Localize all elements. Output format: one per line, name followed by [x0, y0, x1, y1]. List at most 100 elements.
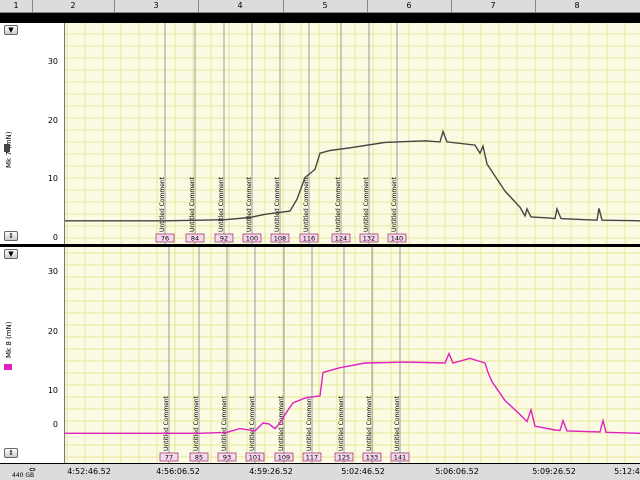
ruler-tick	[535, 0, 536, 13]
channel-2-chart: Untitled Comment 77 Untitled Comment 85 Unti…	[65, 247, 640, 463]
comment-id: 140	[391, 235, 403, 243]
ruler-tick	[283, 0, 284, 13]
comment-id: 77	[165, 454, 173, 462]
ruler-label: 7	[490, 1, 496, 10]
time-axis: 4:52:46.52 4:56:06.52 4:59:26.52 5:02:46…	[0, 463, 640, 480]
ruler-label: 8	[574, 1, 580, 10]
time-tick-label: 4:52:46.52	[67, 467, 111, 476]
ruler-tick	[32, 0, 33, 13]
channel-2-scale-button[interactable]: ⇕	[4, 448, 18, 458]
comment-text: Untitled Comment	[338, 395, 345, 451]
comment-text: Untitled Comment	[363, 176, 370, 232]
comment-text: Untitled Comment	[394, 395, 401, 451]
comment-marker[interactable]: Untitled Comment 117	[302, 247, 322, 463]
channel-1-chart: Untitled Comment76Untitled Comment84Unti…	[65, 23, 640, 244]
comment-marker[interactable]: Untitled Comment 132	[359, 23, 379, 244]
comment-text: Untitled Comment	[306, 395, 313, 451]
comment-marker[interactable]: Untitled Comment 92	[214, 23, 234, 244]
comment-marker[interactable]: Untitled Comment 116	[299, 23, 319, 244]
storage-label: 440 GB	[12, 472, 35, 479]
comment-id: 108	[274, 235, 286, 243]
y-tick-label: 30	[47, 57, 58, 66]
comment-id: 125	[338, 454, 350, 462]
ruler-label: 2	[70, 1, 76, 10]
up-down-arrows-icon: ⇕	[8, 449, 14, 457]
time-tick-label: 5:09:26.52	[532, 467, 576, 476]
comment-marker[interactable]: Untitled Comment 133	[362, 247, 382, 463]
comment-id: 92	[220, 235, 228, 243]
time-tick-label: 5:02:46.52	[341, 467, 385, 476]
comment-id: 100	[246, 235, 258, 243]
triangle-down-icon: ▼	[8, 250, 14, 258]
channel-1-menu-button[interactable]: ▼	[4, 25, 18, 35]
comment-marker[interactable]: Untitled Comment 141	[390, 247, 410, 463]
comment-text: Untitled Comment	[303, 176, 310, 232]
comment-text: Untitled Comment	[159, 176, 166, 232]
grid	[65, 23, 640, 244]
ruler-tick	[451, 0, 452, 13]
comment-text: Untitled Comment	[366, 395, 373, 451]
channel-2-menu-button[interactable]: ▼	[4, 249, 18, 259]
comment-text: Untitled Comment	[391, 176, 398, 232]
page-ruler: 1 2 3 4 5 6 7 8	[0, 0, 640, 13]
y-tick-label: 20	[47, 327, 58, 336]
channel-2-color-swatch	[4, 364, 12, 370]
y-tick-label: 10	[47, 386, 58, 395]
ruler-bar	[0, 13, 640, 23]
comment-id: 85	[195, 454, 203, 462]
ruler-label: 4	[237, 1, 243, 10]
comment-text: Untitled Comment	[246, 176, 253, 232]
triangle-down-icon: ▼	[8, 26, 14, 34]
comment-text: Untitled Comment	[193, 395, 200, 451]
comment-marker[interactable]: Untitled Comment 100	[242, 23, 262, 244]
comment-id: 76	[161, 235, 169, 243]
comment-text: Untitled Comment	[218, 176, 225, 232]
comment-text: Untitled Comment	[274, 176, 281, 232]
comment-id: 116	[303, 235, 315, 243]
comment-text: Untitled Comment	[189, 176, 196, 232]
comment-text: Untitled Comment	[163, 395, 170, 451]
ruler-label: 1	[13, 1, 19, 10]
comment-id: 141	[394, 454, 406, 462]
channel-1-scale-button[interactable]: ⇕	[4, 231, 18, 241]
comment-marker[interactable]: Untitled Comment 76	[155, 23, 175, 244]
y-tick-label: 0	[52, 420, 58, 429]
channel-2-title: Mk 8 (mN)	[5, 321, 13, 358]
comment-marker[interactable]: Untitled Comment 108	[270, 23, 290, 244]
time-tick-label: 4:59:26.52	[249, 467, 293, 476]
ruler-tick	[198, 0, 199, 13]
comment-id: 109	[278, 454, 290, 462]
ruler-tick	[114, 0, 115, 13]
comment-id: 84	[191, 235, 199, 243]
comment-id: 132	[363, 235, 375, 243]
comment-id: 117	[306, 454, 318, 462]
channel-sidebar: ▼ 30 20 10 0 Mk 7 (mN) ⇕ ▼ 30 20 10 0 Mk…	[0, 23, 65, 463]
series-line	[65, 129, 640, 222]
comment-marker[interactable]: Untitled Comment 125	[334, 247, 354, 463]
ruler-label: 6	[406, 1, 412, 10]
ruler-label: 3	[153, 1, 159, 10]
time-tick-label: 5:12:4	[614, 467, 640, 476]
y-tick-label: 20	[47, 116, 58, 125]
comment-marker[interactable]: Untitled Comment109	[274, 247, 294, 463]
channel-2-plot[interactable]: Untitled Comment 77 Untitled Comment 85 Unti…	[65, 247, 640, 463]
comment-marker[interactable]: Untitled Comment 84	[185, 23, 205, 244]
ruler-label: 5	[322, 1, 328, 10]
comment-id: 133	[366, 454, 378, 462]
comment-id: 101	[249, 454, 261, 462]
comment-id: 93	[223, 454, 231, 462]
comment-text: Untitled Comment	[335, 176, 342, 232]
grid	[65, 247, 640, 463]
up-down-arrows-icon: ⇕	[8, 232, 14, 240]
comment-marker[interactable]: Untitled Comment 124	[331, 23, 351, 244]
comment-id: 124	[335, 235, 347, 243]
y-tick-label: 10	[47, 174, 58, 183]
time-tick-label: 5:06:06.52	[435, 467, 479, 476]
ruler-tick	[367, 0, 368, 13]
y-tick-label: 30	[47, 267, 58, 276]
time-tick-label: 4:56:06.52	[156, 467, 200, 476]
comment-text: Untitled Comment	[221, 395, 228, 451]
comment-text: Untitled Comment	[249, 395, 256, 451]
channel-1-plot[interactable]: Untitled Comment 76 Untitled Comment 84 Unti…	[65, 23, 640, 244]
y-tick-label: 0	[52, 233, 58, 242]
